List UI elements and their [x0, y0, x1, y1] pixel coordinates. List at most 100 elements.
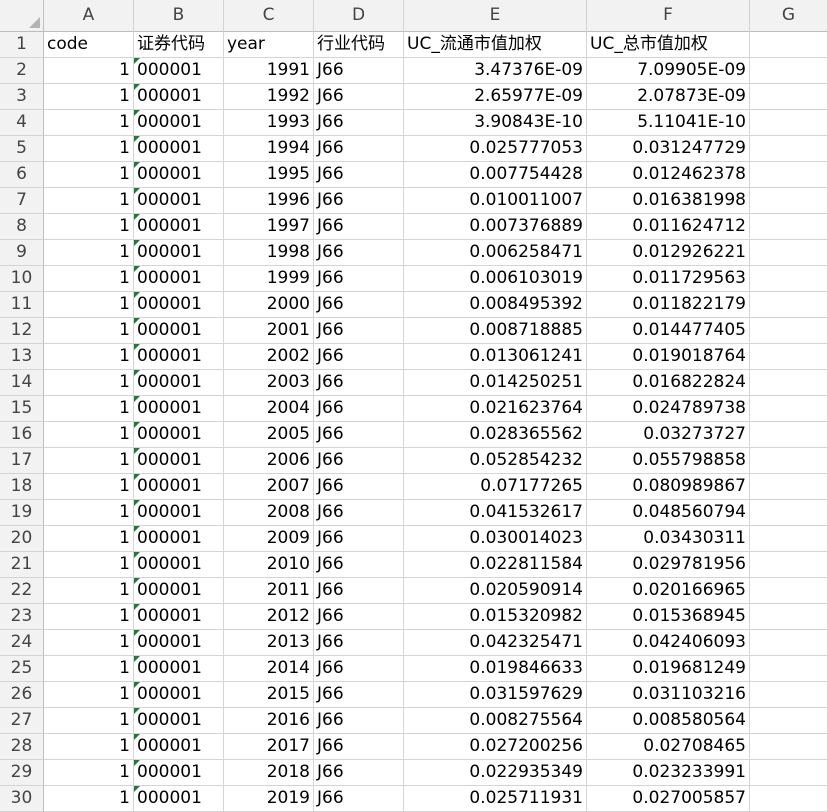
cell-e4[interactable]: 3.90843E-10	[404, 110, 587, 136]
cell-f4[interactable]: 5.11041E-10	[587, 110, 750, 136]
cell-empty[interactable]	[750, 396, 828, 422]
cell-e23[interactable]: 0.015320982	[404, 604, 587, 630]
cell-f14[interactable]: 0.016822824	[587, 370, 750, 396]
cell-f11[interactable]: 0.011822179	[587, 292, 750, 318]
cell-f13[interactable]: 0.019018764	[587, 344, 750, 370]
cell-b6[interactable]: 000001	[134, 162, 224, 188]
cell-a30[interactable]: 1	[44, 786, 134, 812]
cell-d10[interactable]: J66	[314, 266, 404, 292]
cell-empty[interactable]	[750, 448, 828, 474]
cell-b15[interactable]: 000001	[134, 396, 224, 422]
cell-c11[interactable]: 2000	[224, 292, 314, 318]
cell-c23[interactable]: 2012	[224, 604, 314, 630]
cell-c16[interactable]: 2005	[224, 422, 314, 448]
column-header-b[interactable]: B	[134, 0, 224, 32]
cell-e5[interactable]: 0.025777053	[404, 136, 587, 162]
cell-e10[interactable]: 0.006103019	[404, 266, 587, 292]
cell-empty[interactable]	[750, 84, 828, 110]
cell-header-f1[interactable]: UC_总市值加权	[587, 32, 750, 58]
cell-d15[interactable]: J66	[314, 396, 404, 422]
cell-d22[interactable]: J66	[314, 578, 404, 604]
row-header[interactable]: 30	[0, 786, 44, 812]
cell-empty[interactable]	[750, 58, 828, 84]
cell-e11[interactable]: 0.008495392	[404, 292, 587, 318]
cell-header-c1[interactable]: year	[224, 32, 314, 58]
cell-b22[interactable]: 000001	[134, 578, 224, 604]
cell-a21[interactable]: 1	[44, 552, 134, 578]
cell-d27[interactable]: J66	[314, 708, 404, 734]
cell-c8[interactable]: 1997	[224, 214, 314, 240]
cell-d29[interactable]: J66	[314, 760, 404, 786]
row-header[interactable]: 2	[0, 58, 44, 84]
cell-c22[interactable]: 2011	[224, 578, 314, 604]
cell-a18[interactable]: 1	[44, 474, 134, 500]
cell-f8[interactable]: 0.011624712	[587, 214, 750, 240]
cell-a4[interactable]: 1	[44, 110, 134, 136]
row-header[interactable]: 22	[0, 578, 44, 604]
cell-e19[interactable]: 0.041532617	[404, 500, 587, 526]
cell-a2[interactable]: 1	[44, 58, 134, 84]
row-header[interactable]: 1	[0, 32, 44, 58]
cell-f9[interactable]: 0.012926221	[587, 240, 750, 266]
cell-a20[interactable]: 1	[44, 526, 134, 552]
cell-a16[interactable]: 1	[44, 422, 134, 448]
cell-a5[interactable]: 1	[44, 136, 134, 162]
cell-b7[interactable]: 000001	[134, 188, 224, 214]
cell-b27[interactable]: 000001	[134, 708, 224, 734]
row-header[interactable]: 4	[0, 110, 44, 136]
cell-c30[interactable]: 2019	[224, 786, 314, 812]
cell-b10[interactable]: 000001	[134, 266, 224, 292]
cell-d20[interactable]: J66	[314, 526, 404, 552]
cell-e24[interactable]: 0.042325471	[404, 630, 587, 656]
cell-e13[interactable]: 0.013061241	[404, 344, 587, 370]
cell-a8[interactable]: 1	[44, 214, 134, 240]
cell-c9[interactable]: 1998	[224, 240, 314, 266]
cell-a10[interactable]: 1	[44, 266, 134, 292]
cell-d16[interactable]: J66	[314, 422, 404, 448]
cell-header-e1[interactable]: UC_流通市值加权	[404, 32, 587, 58]
cell-e30[interactable]: 0.025711931	[404, 786, 587, 812]
cell-b23[interactable]: 000001	[134, 604, 224, 630]
cell-a15[interactable]: 1	[44, 396, 134, 422]
cell-empty[interactable]	[750, 526, 828, 552]
cell-f28[interactable]: 0.02708465	[587, 734, 750, 760]
cell-f20[interactable]: 0.03430311	[587, 526, 750, 552]
cell-c6[interactable]: 1995	[224, 162, 314, 188]
cell-b11[interactable]: 000001	[134, 292, 224, 318]
cell-d7[interactable]: J66	[314, 188, 404, 214]
cell-c14[interactable]: 2003	[224, 370, 314, 396]
cell-empty[interactable]	[750, 604, 828, 630]
cell-b18[interactable]: 000001	[134, 474, 224, 500]
cell-b30[interactable]: 000001	[134, 786, 224, 812]
cell-b20[interactable]: 000001	[134, 526, 224, 552]
cell-e12[interactable]: 0.008718885	[404, 318, 587, 344]
column-header-e[interactable]: E	[404, 0, 587, 32]
cell-d9[interactable]: J66	[314, 240, 404, 266]
cell-f3[interactable]: 2.07873E-09	[587, 84, 750, 110]
cell-a25[interactable]: 1	[44, 656, 134, 682]
cell-d13[interactable]: J66	[314, 344, 404, 370]
cell-a3[interactable]: 1	[44, 84, 134, 110]
cell-empty[interactable]	[750, 162, 828, 188]
cell-b28[interactable]: 000001	[134, 734, 224, 760]
cell-empty[interactable]	[750, 500, 828, 526]
cell-a17[interactable]: 1	[44, 448, 134, 474]
cell-empty[interactable]	[750, 32, 828, 58]
row-header[interactable]: 7	[0, 188, 44, 214]
cell-d14[interactable]: J66	[314, 370, 404, 396]
cell-b26[interactable]: 000001	[134, 682, 224, 708]
cell-empty[interactable]	[750, 370, 828, 396]
cell-c13[interactable]: 2002	[224, 344, 314, 370]
cell-e9[interactable]: 0.006258471	[404, 240, 587, 266]
cell-c25[interactable]: 2014	[224, 656, 314, 682]
cell-b9[interactable]: 000001	[134, 240, 224, 266]
cell-c10[interactable]: 1999	[224, 266, 314, 292]
cell-c27[interactable]: 2016	[224, 708, 314, 734]
cell-e29[interactable]: 0.022935349	[404, 760, 587, 786]
cell-e21[interactable]: 0.022811584	[404, 552, 587, 578]
row-header[interactable]: 26	[0, 682, 44, 708]
column-header-a[interactable]: A	[44, 0, 134, 32]
cell-e7[interactable]: 0.010011007	[404, 188, 587, 214]
cell-d4[interactable]: J66	[314, 110, 404, 136]
cell-d5[interactable]: J66	[314, 136, 404, 162]
